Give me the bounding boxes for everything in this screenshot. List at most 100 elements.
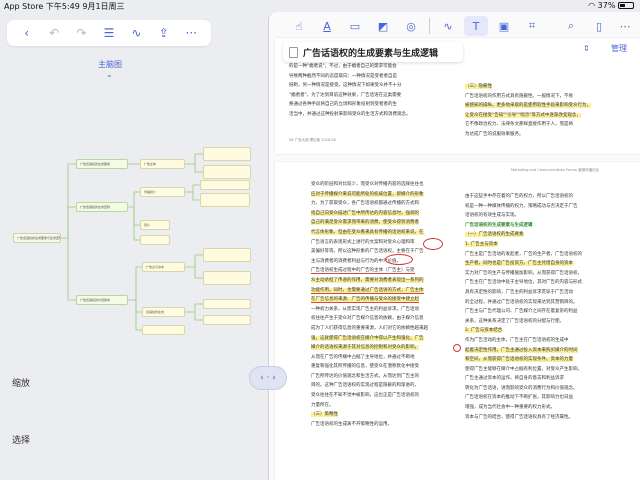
text-line: "瘾者者"，为了达到目前这种效果，广告话语在这类需要 [289, 92, 402, 98]
document-page: Marketing and Communication Forum 营销传播论坛… [275, 162, 640, 480]
text-line: 广告所传达的价值观念和生活方式，从而达到广告主的 [311, 373, 419, 379]
document-icon [289, 46, 298, 58]
text-line: 广告话语权的作用方式具有隐蔽性。一般情况下，不易 [465, 93, 573, 99]
manage-button[interactable]: 管理 [611, 43, 627, 54]
mindmap-node[interactable] [140, 235, 170, 245]
text-line: 自己的满足受众需求而带来的消费，使受众得到消费者 [311, 220, 419, 226]
mindmap-leaf-node[interactable] [200, 180, 250, 190]
mindmap-node[interactable]: 广告话语权的生成要素 [76, 159, 128, 169]
document-title-bar[interactable]: 广告话语权的生成要素与生成逻辑 [283, 42, 463, 62]
section-title: （一）广告话语权的生成要素 [465, 232, 524, 238]
mindmap-node[interactable]: 广告话语权的价值取向 [76, 295, 128, 305]
select-button[interactable]: 选择 [12, 433, 30, 446]
battery-percent: 37% [597, 1, 616, 10]
text-line: 目的。这种广告话语权的实现过程是隐蔽的和渐进的， [311, 383, 419, 389]
mindmap-pane: ‹ ↶ ↷ ☰ ∿ ⇪ ··· 主脑图 ⌄ 广告话语权的生成要素与生成逻辑 广告… [0, 12, 268, 480]
text-line: 它不像政治权力、法律条文那样直接作用于人，而是将 [465, 122, 573, 128]
mindmap-node[interactable] [142, 325, 185, 335]
mask-icon[interactable]: ◩ [371, 16, 395, 36]
mindmap-leaf-node[interactable] [203, 299, 251, 309]
page-header: Marketing and Communication Forum 营销传播论坛 [511, 168, 600, 172]
text-line: 功能作用。同时，也需要通过广告话语的方式，广告主体 [311, 287, 424, 294]
section-title: 2. 广告与资本结合 [465, 328, 503, 334]
mindmap-leaf-node[interactable] [203, 248, 251, 262]
textbox-icon[interactable]: T [464, 16, 488, 36]
wifi-icon: ◠ [588, 1, 598, 10]
handwritten-circle[interactable] [423, 238, 443, 250]
document-title: 广告话语权的生成要素与生成逻辑 [303, 48, 439, 59]
mindmap-node[interactable]: 传播媒介 [140, 187, 185, 197]
text-line: 生产者，同时也是广告投资方。广告主凭借自身的资本 [465, 261, 573, 267]
text-line: 作为广告活动的主体，广告主在广告话语权的生成中 [465, 337, 569, 343]
sort-button[interactable]: ⇕ [583, 44, 590, 53]
text-line: 应对于传播媒介来说可能所处的权威位置，即媒介的形象 [311, 191, 424, 197]
text-line: 关系，这种关系决定了广告话语权的分配与行使。 [465, 318, 564, 324]
search-icon[interactable]: ⌕ [559, 16, 583, 36]
text-line: 广告话语权生成过程中的广告的主体（广告主）与受 [311, 268, 415, 275]
text-line: 让受众在接受"告知""引导""暗示"等方式中逐渐改变观念， [465, 112, 581, 118]
mindmap-connectors [60, 153, 203, 331]
mindmap-node[interactable]: 广告话语权的生成逻辑 [76, 202, 128, 212]
text-line: 的全过程，并通过广告话语权的实现来达到其营销目的。 [465, 299, 578, 305]
mindmap-leaf-node[interactable] [203, 165, 251, 179]
text-line: 权往往产生于受众对广告媒介信息的依赖，由于媒介信息 [311, 316, 424, 322]
text-line: 受众的阶层和对比较少，而受众对传播内容的选择往往也 [311, 182, 424, 187]
text-line: 转化为广告话语，进而影响受众的消费行为和价值观念。 [465, 385, 578, 391]
text-line: 权是一种一种媒体传播的权力，策略成功与否决定于广告 [465, 203, 578, 209]
split-toggle-button[interactable]: ‹ · › [249, 366, 287, 390]
section-title: （三）隐蔽性 [465, 84, 492, 89]
page2-right-column: 由于这些手中存在着的广告的权力，所以广告话语权的 权是一种一种媒体传播的权力，策… [465, 192, 615, 422]
toolbar-divider [429, 18, 430, 34]
page1-left-column: 的是一种"瘾者说"，不过，由于瘾者自己的需求可能会 导致两种截然不同的态度取向：… [289, 62, 439, 120]
text-line: 广告主在广告活动中处于主导地位，其对广告的内容与形式 [465, 280, 582, 286]
text-line: 由于这些手中存在着的广告的权力，所以广告话语权的 [465, 194, 573, 199]
text-line: 受众往往在不知不觉中被影响，这也正是广告话语权的 [311, 393, 419, 399]
text-line: 资本与广告的结合，使得广告话语权具有了经济属性。 [465, 414, 573, 420]
text-line: 代言体形象。但由在受众看来具有传播的话语权来说，在 [311, 229, 424, 235]
text-line: 媒介的话语权来源于其对信息的控制和对受众的影响， [311, 345, 419, 351]
stamp-icon[interactable]: ◎ [399, 16, 423, 36]
annotation-toolbar: ☝ A ▭ ◩ ◎ ∿ T ▣ ⌗ ⌕ ▯ ⋯ [269, 12, 640, 40]
mindmap-node[interactable]: 广告主体 [140, 159, 185, 169]
text-line: 为达成广告的说服效果服务。 [465, 131, 524, 137]
text-line: 抵制，另一种情况是接受。这种情况下如果受众并不十分 [289, 83, 402, 89]
text-line: 使得广告主能够在媒介中占据有利位置，对受众产生影响， [465, 366, 582, 372]
text-line: 的是一种"瘾者说"，不过，由于瘾者自己的需求可能会 [289, 64, 397, 69]
text-line: 成为了人们获得信息的重要来源，人们对它的依赖性越来越 [311, 325, 428, 331]
mindmap-leaf-node[interactable] [203, 315, 251, 325]
mindmap-leaf-node[interactable] [200, 193, 250, 207]
pointer-icon[interactable]: ☝ [287, 16, 311, 36]
pen-icon[interactable]: ∿ [436, 16, 460, 36]
mindmap-root-node[interactable]: 广告话语权的生成要素与生成逻辑 [13, 233, 61, 243]
link-icon[interactable]: ⌗ [520, 16, 544, 36]
text-line: 在广告信息的来源、广告的传播与受众的接受中建立起 [311, 297, 419, 304]
mindmap-leaf-node[interactable] [203, 271, 251, 285]
text-line: 话语权的有效生成与实现。 [465, 213, 519, 219]
document-pane: ☝ A ▭ ◩ ◎ ∿ T ▣ ⌗ ⌕ ▯ ⋯ 的是一种"瘾者说"，不过，由于瘾… [268, 12, 640, 480]
text-line: 活当中，并通过这种投射来影响受众的生活方式和消费观念。 [289, 111, 411, 117]
mindmap-node[interactable]: 受众 [140, 220, 170, 230]
section-title: （三）策略性 [311, 412, 338, 418]
text-line: 和空间，从而获得广告话语权的实现条件。资本的力量 [465, 357, 573, 363]
text-line: 力量所在。 [311, 402, 334, 408]
zoom-button[interactable]: 缩放 [12, 376, 30, 389]
text-line: 起着决定性作用。广告主通过投入资本来购买媒介的时间 [465, 347, 578, 353]
handwritten-mark[interactable] [453, 344, 461, 352]
status-left: App Store 下午5:49 9月1日周三 [4, 2, 125, 11]
mindmap-node[interactable]: 话语权的生成 [142, 307, 185, 317]
text-line: 具有决定性的影响，广告主的利益诉求贯穿于广告活动 [465, 289, 573, 295]
bookmark-icon[interactable]: ▯ [587, 16, 611, 36]
text-icon[interactable]: A [315, 16, 339, 36]
text-line: 1. 广告主与资本 [465, 241, 498, 247]
page2-left-column: 受众的阶层和对比较少，而受众对传播内容的选择往往也 应对于传播媒介来说可能所处的… [311, 180, 461, 429]
status-bar: App Store 下午5:49 9月1日周三 ◠ 37% [0, 0, 640, 12]
handwritten-circle[interactable] [385, 254, 413, 265]
rect-icon[interactable]: ▭ [343, 16, 367, 36]
image-icon[interactable]: ▣ [492, 16, 516, 36]
battery-icon [618, 2, 634, 9]
mindmap-node[interactable]: 广告主与资本 [142, 262, 185, 272]
more-icon[interactable]: ⋯ [613, 16, 637, 36]
text-line: 广告主通过资本的运作，将自身的意志和利益诉求 [465, 376, 564, 382]
section-heading: 广告话语权的生成要素与生成逻辑 [465, 222, 533, 228]
mindmap-leaf-node[interactable] [203, 147, 251, 161]
